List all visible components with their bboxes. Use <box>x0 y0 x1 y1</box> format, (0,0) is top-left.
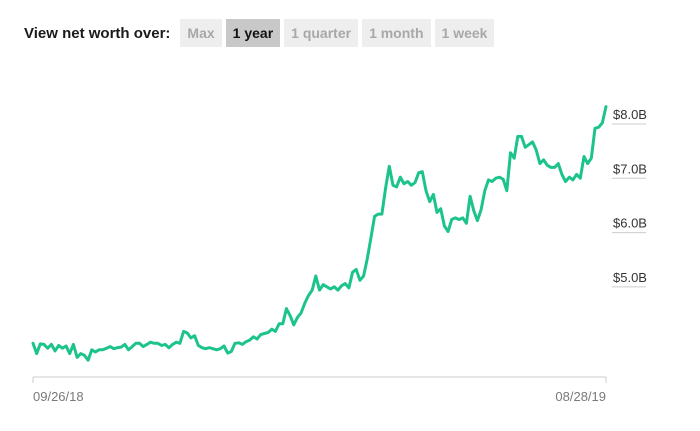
x-tick-label-end: 08/28/19 <box>555 389 606 404</box>
y-tick-labels: $5.0B $6.0B $7.0B $8.0B <box>613 107 647 285</box>
net-worth-line <box>31 105 608 362</box>
y-tick-label: $8.0B <box>613 107 647 122</box>
net-worth-chart: $5.0B $6.0B $7.0B $8.0B 09/26/18 08/28/19 <box>31 105 647 404</box>
x-tick-label-start: 09/26/18 <box>33 389 84 404</box>
y-tick-label: $7.0B <box>613 161 647 176</box>
y-gridlines <box>612 123 646 288</box>
y-tick-label: $5.0B <box>613 270 647 285</box>
y-tick-label: $6.0B <box>613 216 647 231</box>
